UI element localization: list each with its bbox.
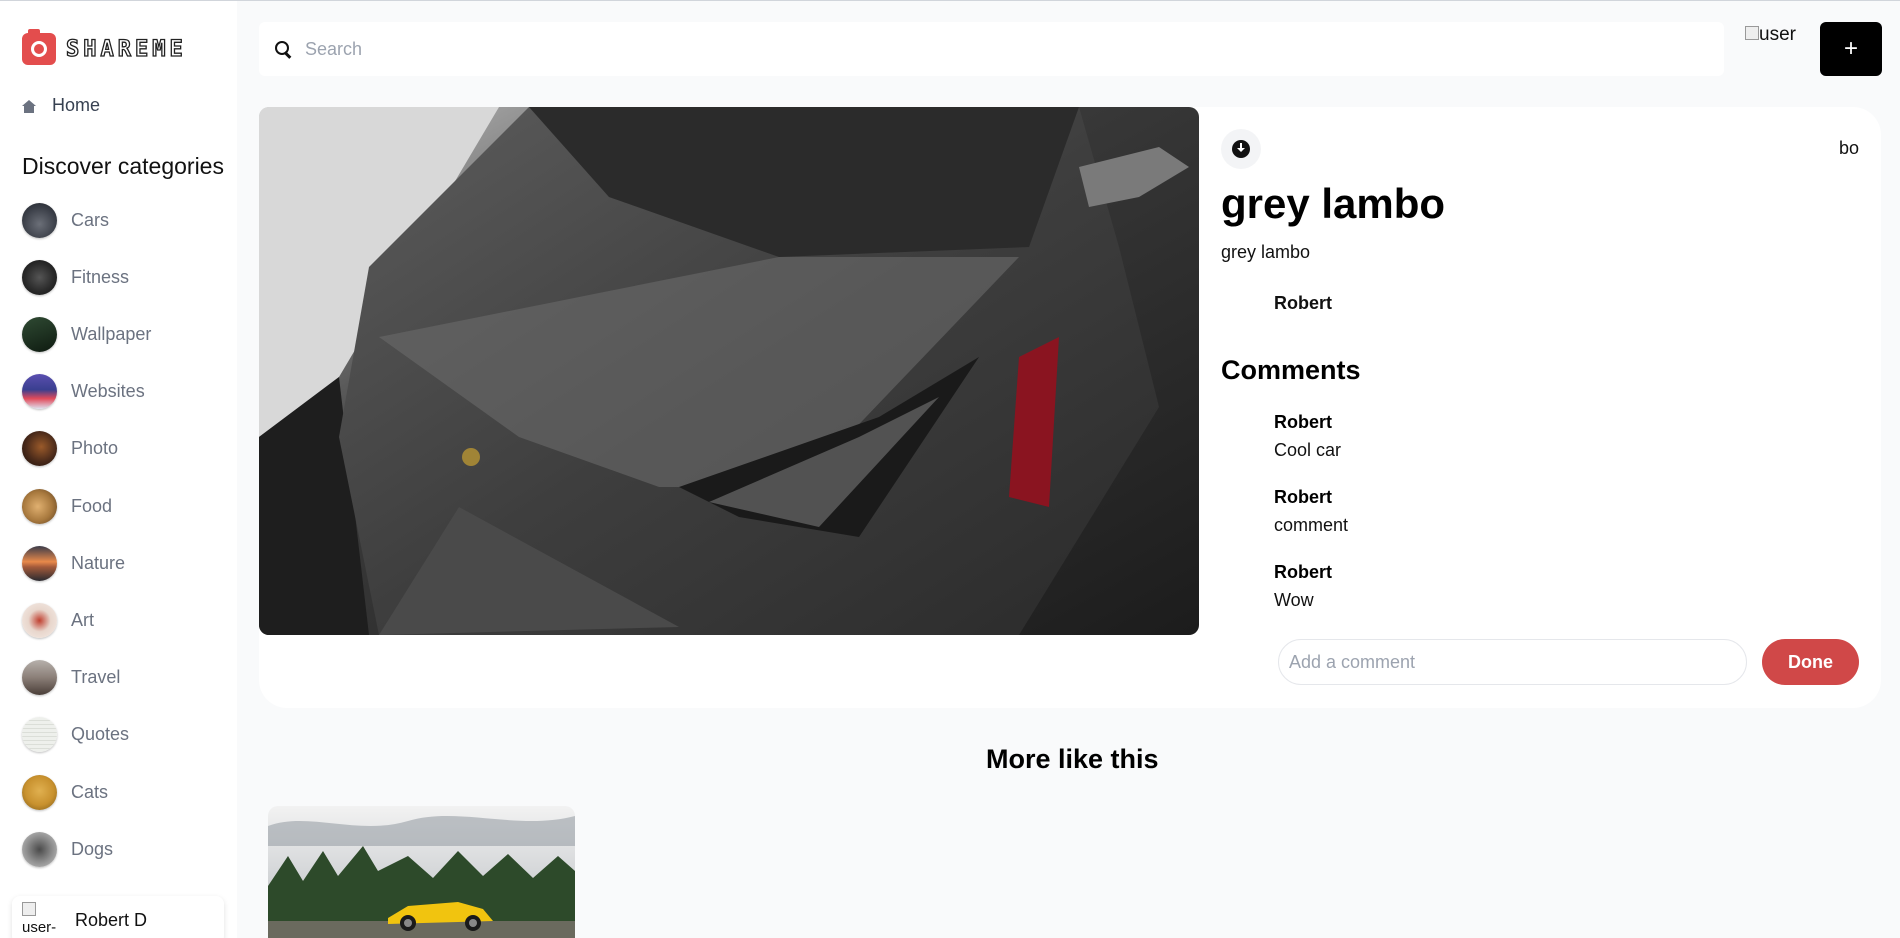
category-label: Fitness (71, 266, 130, 287)
broken-image-icon (22, 902, 36, 916)
category-label: Cats (71, 781, 109, 802)
pin-detail-card: bo grey lambo grey lambo Robert Comments… (259, 107, 1881, 708)
destination-link[interactable]: bo (1839, 138, 1859, 159)
comment-author: Robert (1274, 487, 1332, 507)
comments-heading: Comments (1221, 355, 1361, 385)
search-icon (275, 41, 291, 57)
logo-text: SHAREME (65, 36, 187, 62)
category-thumbnail (22, 259, 57, 295)
more-like-this-heading: More like this (986, 744, 1159, 774)
sidebar-item-quotes[interactable]: Quotes (22, 716, 129, 752)
category-thumbnail (22, 602, 57, 638)
home-icon (22, 99, 36, 113)
sidebar-item-food[interactable]: Food (22, 488, 112, 524)
sidebar-item-home[interactable]: Home (22, 95, 100, 116)
category-thumbnail (22, 316, 57, 352)
search-bar[interactable] (259, 22, 1724, 76)
category-thumbnail (22, 716, 57, 752)
category-label: Dogs (71, 838, 114, 859)
sidebar-item-dogs[interactable]: Dogs (22, 831, 113, 867)
logo[interactable]: SHAREME (22, 29, 187, 65)
category-label: Cars (71, 209, 110, 230)
sidebar-item-art[interactable]: Art (22, 602, 94, 638)
done-button[interactable]: Done (1762, 639, 1859, 685)
yellow-lamborghini-photo (268, 806, 575, 938)
category-label: Travel (71, 666, 121, 687)
category-label: Wallpaper (71, 323, 152, 344)
sidebar-item-cats[interactable]: Cats (22, 774, 108, 810)
poster-name: Robert (1274, 293, 1332, 313)
sidebar-item-nature[interactable]: Nature (22, 545, 125, 581)
home-label: Home (52, 95, 101, 115)
discover-categories-heading: Discover categories (22, 153, 224, 179)
comment-author: Robert (1274, 562, 1332, 582)
pin-about: grey lambo (1221, 242, 1311, 262)
comment-item: Robert comment (1274, 487, 1348, 536)
top-border (0, 0, 1900, 1)
avatar-alt-text: user- (22, 919, 57, 936)
user-avatar-top[interactable]: user (1745, 24, 1796, 46)
category-label: Websites (71, 380, 145, 401)
comment-input[interactable] (1278, 639, 1747, 685)
category-thumbnail (22, 373, 57, 409)
add-pin-button[interactable]: + (1820, 22, 1882, 76)
comment-author: Robert (1274, 412, 1332, 432)
sidebar: SHAREME Home Discover categories Cars Fi… (0, 1, 237, 938)
user-name: Robert D (75, 909, 148, 930)
pin-image (259, 107, 1199, 635)
search-input[interactable] (305, 38, 1685, 60)
category-thumbnail (22, 831, 57, 867)
pin-title: grey lambo (1221, 180, 1446, 227)
comment-text: comment (1274, 515, 1349, 535)
sidebar-item-wallpaper[interactable]: Wallpaper (22, 316, 151, 352)
comment-text: Wow (1274, 590, 1314, 610)
category-thumbnail (22, 430, 57, 466)
comment-item: Robert Wow (1274, 562, 1332, 611)
category-thumbnail (22, 202, 57, 238)
broken-image-icon (1745, 26, 1759, 40)
category-label: Art (71, 609, 95, 630)
camera-logo-icon (22, 29, 56, 65)
download-icon (1232, 140, 1250, 158)
download-button[interactable] (1221, 129, 1261, 169)
sidebar-item-fitness[interactable]: Fitness (22, 259, 129, 295)
sidebar-item-photo[interactable]: Photo (22, 430, 118, 466)
related-pin[interactable] (268, 806, 575, 938)
sidebar-user-profile[interactable]: user- Robert D (12, 896, 224, 938)
user-avatar-alt-text: user (1759, 24, 1796, 45)
category-label: Nature (71, 552, 126, 573)
category-thumbnail (22, 488, 57, 524)
category-label: Food (71, 495, 113, 516)
avatar: user- (22, 900, 62, 938)
category-thumbnail (22, 545, 57, 581)
comment-text: Cool car (1274, 440, 1342, 460)
category-thumbnail (22, 659, 57, 695)
posted-by[interactable]: Robert (1221, 293, 1332, 314)
sidebar-item-websites[interactable]: Websites (22, 373, 145, 409)
grey-lamborghini-photo (259, 107, 1199, 635)
sidebar-item-travel[interactable]: Travel (22, 659, 120, 695)
comment-item: Robert Cool car (1274, 412, 1341, 461)
category-label: Photo (71, 437, 119, 458)
sidebar-item-cars[interactable]: Cars (22, 202, 109, 238)
category-thumbnail (22, 774, 57, 810)
category-label: Quotes (71, 723, 130, 744)
